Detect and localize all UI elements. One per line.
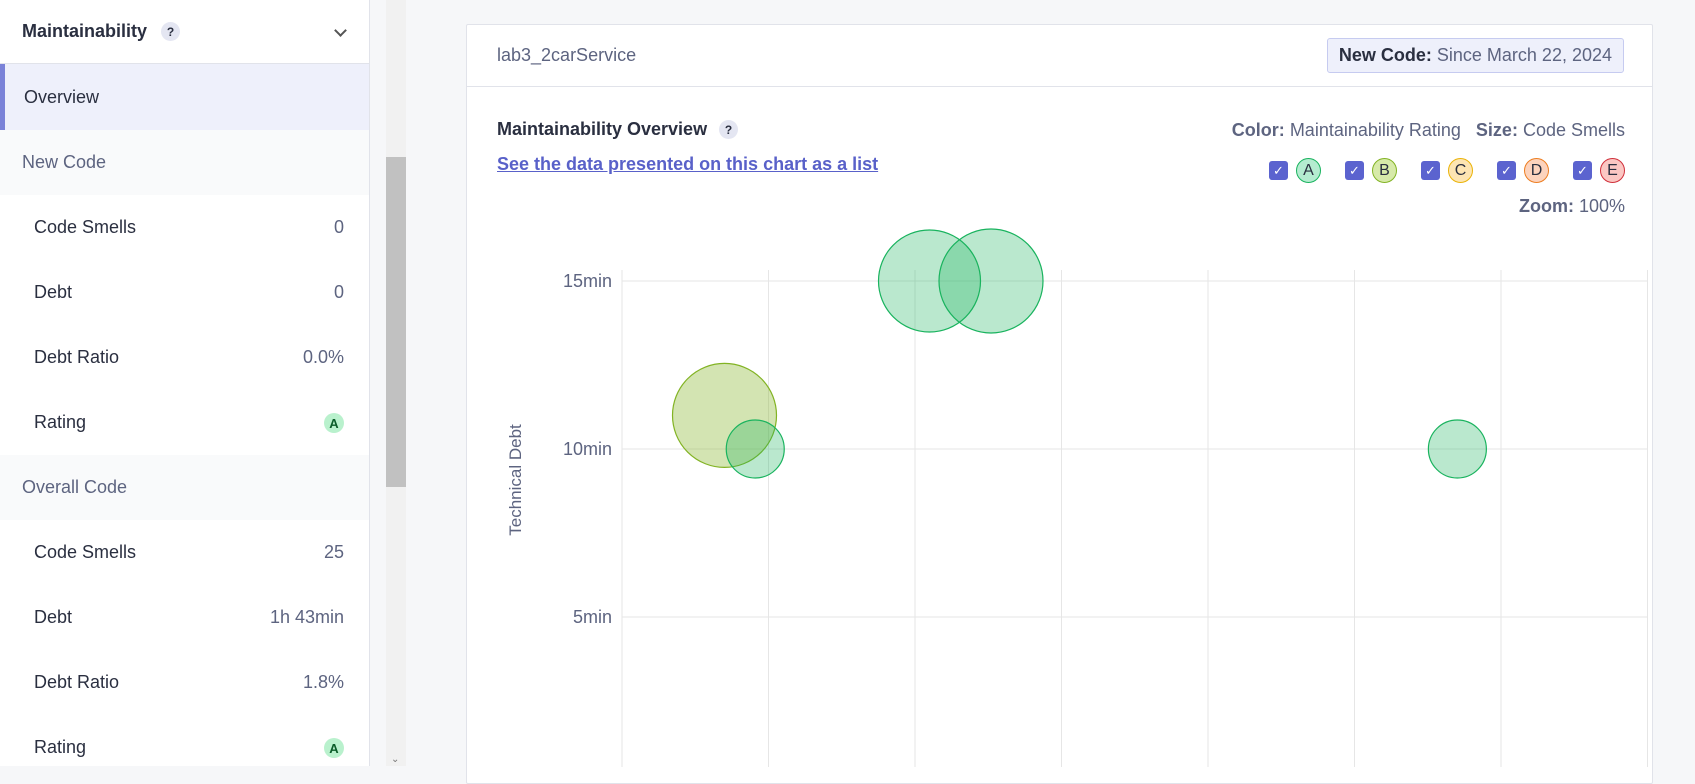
help-icon[interactable]: ? [161,22,181,41]
rating-badge: A [324,413,344,434]
row-label: Rating [34,737,87,757]
sidebar-item-new-debt-ratio[interactable]: Debt Ratio 0.0% [0,325,369,390]
section-title-overall-code: Overall Code [0,455,369,520]
sidebar-header[interactable]: Maintainability ? [0,0,369,64]
sidebar-item-overall-debt[interactable]: Debt 1h 43min [0,585,369,650]
sidebar-item-new-debt[interactable]: Debt 0 [0,260,369,325]
bubble-a[interactable] [1427,419,1487,479]
sidebar: Maintainability ? Overview New Code Code… [0,0,370,766]
y-axis-label: Technical Debt [506,424,525,536]
chevron-down-icon[interactable] [333,25,347,39]
row-label: Debt Ratio [34,347,120,367]
row-value: 1.8% [302,672,344,692]
sidebar-item-new-rating[interactable]: Rating A [0,390,369,455]
section-title-new-code: New Code [0,130,369,195]
bubble-a[interactable] [725,419,785,479]
bubble-a[interactable] [938,228,1044,334]
row-value: 25 [323,542,344,562]
row-label: Code Smells [34,217,137,237]
row-value: 0 [333,217,344,237]
rating-badge: A [324,738,344,759]
sidebar-item-overall-rating[interactable]: Rating A [0,715,369,780]
scroll-down-icon[interactable]: ⌄ [391,754,399,765]
row-label: Rating [34,412,87,432]
scrollbar-thumb[interactable] [386,157,406,487]
row-label: Debt [34,607,73,627]
row-label: Debt Ratio [34,672,120,692]
sidebar-item-overview[interactable]: Overview [0,64,369,130]
bubble-chart[interactable]: 15min 10min 5min Technical Debt [467,25,1654,767]
y-tick-label: 10min [563,439,612,459]
row-value: 0.0% [302,347,344,367]
sidebar-title: Maintainability [22,21,148,41]
y-tick-label: 15min [563,271,612,291]
row-label: Debt [34,282,73,302]
row-value: 0 [333,282,344,302]
row-label: Code Smells [34,542,137,562]
sidebar-item-overall-debt-ratio[interactable]: Debt Ratio 1.8% [0,650,369,715]
y-tick-label: 5min [573,607,612,627]
row-value: 1h 43min [269,607,344,627]
overview-card: lab3_2carService New Code: Since March 2… [466,24,1653,784]
sidebar-item-overall-code-smells[interactable]: Code Smells 25 [0,520,369,585]
sidebar-item-new-code-smells[interactable]: Code Smells 0 [0,195,369,260]
